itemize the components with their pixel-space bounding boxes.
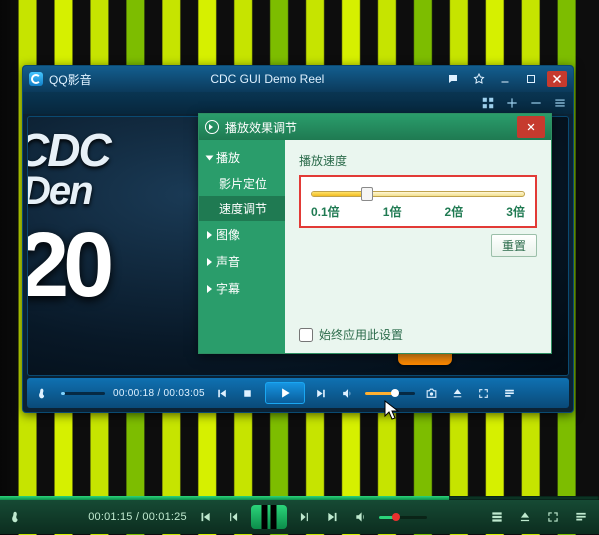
category-subtitle-label: 字幕 (216, 280, 240, 297)
prev-button[interactable] (213, 384, 231, 402)
close-button[interactable] (547, 71, 567, 87)
foot-icon[interactable] (35, 384, 53, 402)
sub-speed[interactable]: 速度调节 (199, 196, 285, 221)
outer-volume-thumb[interactable] (392, 513, 400, 521)
outer-step-back-button[interactable] (223, 507, 243, 527)
maximize-button[interactable] (521, 71, 541, 87)
category-subtitle[interactable]: 字幕 (199, 275, 285, 302)
snapshot-icon[interactable] (423, 384, 441, 402)
plus-icon[interactable] (505, 96, 519, 110)
chevron-right-icon (207, 258, 212, 266)
always-apply-checkbox[interactable] (299, 328, 313, 342)
dialog-body: 播放 影片定位 速度调节 图像 声音 字幕 播放速度 0.1倍 1倍 2倍 3倍 (199, 140, 551, 353)
minus-icon[interactable] (529, 96, 543, 110)
window-title: CDC GUI Demo Reel (98, 72, 437, 86)
always-apply-label: 始终应用此设置 (319, 326, 403, 343)
volume-thumb[interactable] (391, 389, 399, 397)
menu-icon[interactable] (553, 96, 567, 110)
dialog-play-icon (205, 120, 219, 134)
effects-dialog: 播放效果调节 播放 影片定位 速度调节 图像 声音 字幕 播放速度 0.1倍 1… (198, 113, 552, 354)
chevron-right-icon (207, 285, 212, 293)
outer-pause-button[interactable] (251, 505, 287, 529)
outer-prev-button[interactable] (195, 507, 215, 527)
outer-playlist-icon[interactable] (571, 507, 591, 527)
dialog-close-button[interactable] (517, 116, 545, 138)
playback-time: 00:00:18 / 00:03:05 (113, 388, 205, 399)
category-audio[interactable]: 声音 (199, 248, 285, 275)
speed-slider-fill (312, 192, 367, 196)
category-image-label: 图像 (216, 226, 240, 243)
outer-effects-icon[interactable] (487, 507, 507, 527)
category-image[interactable]: 图像 (199, 221, 285, 248)
volume-icon[interactable] (339, 384, 357, 402)
player-controls: 00:00:18 / 00:03:05 (27, 378, 569, 408)
outer-volume-track[interactable] (379, 516, 427, 519)
app-name: QQ影音 (49, 71, 92, 88)
chat-icon[interactable] (443, 71, 463, 87)
speed-mark: 3倍 (506, 203, 525, 220)
outer-next-button[interactable] (323, 507, 343, 527)
speed-mark: 2倍 (445, 203, 464, 220)
sub-toolbar (23, 92, 573, 114)
dialog-footer: 始终应用此设置 (299, 326, 537, 343)
speed-label: 播放速度 (299, 152, 537, 169)
reset-button[interactable]: 重置 (491, 234, 537, 257)
category-playback-label: 播放 (216, 149, 240, 166)
video-overlay-text-2: Den (27, 169, 92, 214)
chevron-down-icon (206, 155, 214, 160)
outer-expand-icon[interactable] (543, 507, 563, 527)
category-playback[interactable]: 播放 (199, 144, 285, 171)
seek-track[interactable] (61, 392, 105, 395)
playlist-icon[interactable] (501, 384, 519, 402)
speed-slider[interactable] (311, 191, 525, 197)
speed-mark: 0.1倍 (311, 203, 340, 220)
play-button[interactable] (265, 382, 305, 404)
outer-time: 00:01:15 / 00:01:25 (88, 511, 187, 523)
next-button[interactable] (313, 384, 331, 402)
speed-panel: 0.1倍 1倍 2倍 3倍 (299, 175, 537, 228)
outer-control-bar: 00:01:15 / 00:01:25 (0, 500, 599, 534)
dialog-main: 播放速度 0.1倍 1倍 2倍 3倍 重置 始终应用此设置 (285, 140, 551, 353)
speed-slider-thumb[interactable] (361, 187, 373, 201)
outer-foot-icon[interactable] (8, 507, 28, 527)
outer-eject-icon[interactable] (515, 507, 535, 527)
video-overlay-text-3: 20 (27, 213, 108, 318)
seek-fill (61, 392, 65, 395)
speed-mark: 1倍 (383, 203, 402, 220)
category-audio-label: 声音 (216, 253, 240, 270)
volume-track[interactable] (365, 392, 415, 395)
dialog-title: 播放效果调节 (225, 119, 297, 136)
dialog-titlebar[interactable]: 播放效果调节 (199, 114, 551, 140)
fullscreen-icon[interactable] (475, 384, 493, 402)
outer-step-fwd-button[interactable] (295, 507, 315, 527)
speed-tick-labels: 0.1倍 1倍 2倍 3倍 (311, 203, 525, 220)
minimize-button[interactable] (495, 71, 515, 87)
grid-icon[interactable] (481, 96, 495, 110)
pin-icon[interactable] (469, 71, 489, 87)
eject-icon[interactable] (449, 384, 467, 402)
dialog-sidebar: 播放 影片定位 速度调节 图像 声音 字幕 (199, 140, 285, 353)
app-logo-icon (29, 72, 43, 86)
chevron-right-icon (207, 231, 212, 239)
sub-locate[interactable]: 影片定位 (199, 171, 285, 196)
outer-volume-icon[interactable] (351, 507, 371, 527)
stop-button[interactable] (239, 384, 257, 402)
titlebar[interactable]: QQ影音 CDC GUI Demo Reel (23, 66, 573, 92)
